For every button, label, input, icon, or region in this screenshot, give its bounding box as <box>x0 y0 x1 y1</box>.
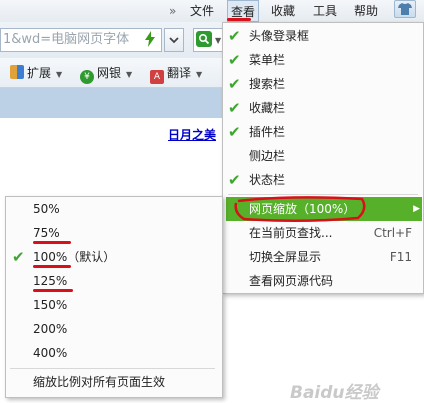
menu-item-label: 插件栏 <box>249 125 286 139</box>
annotation-circle <box>234 196 366 223</box>
menu-item-label: 切换全屏显示 <box>249 250 322 264</box>
zoom-option-label: 150% <box>33 298 68 312</box>
toolbar-extensions[interactable]: 扩展 ▼ <box>10 64 62 82</box>
checkmark-icon: ✔ <box>12 248 25 266</box>
menu-item-label: 菜单栏 <box>249 53 286 67</box>
checkmark-icon: ✔ <box>228 75 241 93</box>
view-menu-item-avatar-login[interactable]: ✔ 头像登录框 <box>226 24 422 48</box>
zoom-option-label: 缩放比例对所有页面生效 <box>33 375 166 389</box>
checkmark-icon: ✔ <box>228 99 241 117</box>
extensions-icon <box>10 65 24 79</box>
annotation-underline <box>227 18 251 21</box>
menu-divider <box>10 368 215 369</box>
netbank-icon: ¥ <box>80 70 94 84</box>
tshirt-icon[interactable] <box>394 0 416 18</box>
search-engine-chevron-icon[interactable]: ▼ <box>215 36 221 45</box>
menu-file[interactable]: 文件 <box>190 0 214 22</box>
annotation-underline <box>33 265 71 268</box>
menu-item-label: 搜索栏 <box>249 77 286 91</box>
page-link[interactable]: 日月之美 <box>168 126 216 143</box>
url-field[interactable]: 1&wd=电脑网页字体 <box>0 28 162 52</box>
toolbar-translate[interactable]: A 翻译 ▼ <box>150 64 203 84</box>
checkmark-icon: ✔ <box>228 123 241 141</box>
chevron-down-icon[interactable] <box>164 28 184 52</box>
menu-item-label: 头像登录框 <box>249 29 310 43</box>
checkmark-icon: ✔ <box>228 51 241 69</box>
menu-overflow-chevron[interactable]: » <box>169 0 176 22</box>
checkmark-icon: ✔ <box>228 171 241 189</box>
menu-item-label: 状态栏 <box>249 173 286 187</box>
toolbar-translate-label: 翻译 <box>167 66 192 80</box>
submenu-arrow-icon: ▶ <box>413 204 420 214</box>
annotation-underline <box>33 241 71 244</box>
menu-favorites[interactable]: 收藏 <box>271 0 295 22</box>
zoom-option-400[interactable]: 400% <box>8 341 218 365</box>
zoom-option-200[interactable]: 200% <box>8 317 218 341</box>
menu-item-label: 收藏栏 <box>249 101 286 115</box>
zoom-option-label: 50% <box>33 202 60 216</box>
menu-item-label: 侧边栏 <box>249 149 286 163</box>
menu-item-label: 查看网页源代码 <box>249 274 334 288</box>
view-menu-item-searchbar[interactable]: ✔ 搜索栏 <box>226 72 422 96</box>
watermark: Baidu经验 <box>290 383 379 403</box>
zoom-option-50[interactable]: 50% <box>8 197 218 221</box>
dropdown-arrow-icon: ▼ <box>56 70 63 79</box>
checkmark-icon: ✔ <box>228 27 241 45</box>
menu-help[interactable]: 帮助 <box>354 0 378 22</box>
zoom-apply-all-pages[interactable]: 缩放比例对所有页面生效 <box>8 370 218 394</box>
view-menu-item-fullscreen[interactable]: 切换全屏显示 F11 <box>226 245 422 269</box>
view-menu-item-pluginbar[interactable]: ✔ 插件栏 <box>226 120 422 144</box>
translate-icon: A <box>150 70 164 84</box>
dropdown-arrow-icon: ▼ <box>126 70 133 79</box>
toolbar-netbank-label: 网银 <box>97 66 122 80</box>
lightning-icon[interactable] <box>143 31 157 49</box>
shortcut-label: F11 <box>389 250 412 264</box>
zoom-option-150[interactable]: 150% <box>8 293 218 317</box>
zoom-option-label: 400% <box>33 346 68 360</box>
annotation-underline <box>33 289 73 292</box>
view-menu-item-view-source[interactable]: 查看网页源代码 <box>226 269 422 293</box>
view-menu-item-sidebar[interactable]: 侧边栏 <box>226 144 422 168</box>
zoom-option-label: 200% <box>33 322 68 336</box>
view-menu-item-menubar[interactable]: ✔ 菜单栏 <box>226 48 422 72</box>
menu-tools[interactable]: 工具 <box>313 0 337 22</box>
dropdown-arrow-icon: ▼ <box>196 70 203 79</box>
search-engine-icon[interactable] <box>196 31 212 47</box>
view-menu-item-statusbar[interactable]: ✔ 状态栏 <box>226 168 422 192</box>
toolbar-netbank[interactable]: ¥ 网银 ▼ <box>80 64 133 84</box>
toolbar-extensions-label: 扩展 <box>27 66 52 80</box>
shortcut-label: Ctrl+F <box>373 226 412 240</box>
view-menu-item-favbar[interactable]: ✔ 收藏栏 <box>226 96 422 120</box>
